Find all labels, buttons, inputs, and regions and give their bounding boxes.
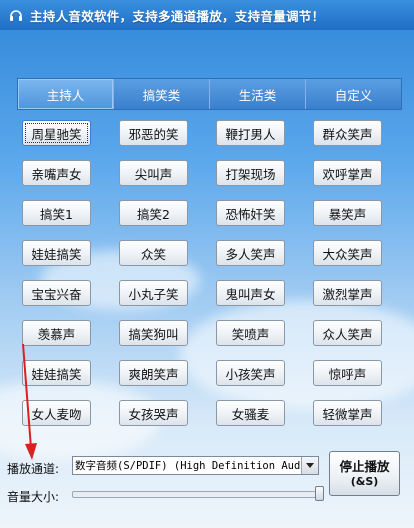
sound-button[interactable]: 搞笑1 [22, 200, 91, 226]
title-bar: 主持人音效软件，支持多通道播放，支持音量调节！ [0, 0, 414, 30]
sound-button[interactable]: 鞭打男人 [216, 120, 285, 146]
sound-button[interactable]: 激烈掌声 [313, 280, 382, 306]
tab-life[interactable]: 生活类 [210, 79, 306, 109]
window-title: 主持人音效软件，支持多通道播放，支持音量调节！ [30, 8, 325, 24]
sound-button[interactable]: 小丸子笑 [119, 280, 188, 306]
sound-button[interactable]: 恐怖奸笑 [216, 200, 285, 226]
sound-button[interactable]: 尖叫声 [119, 160, 188, 186]
sound-button[interactable]: 大众笑声 [313, 240, 382, 266]
sound-button[interactable]: 众人笑声 [313, 320, 382, 346]
sound-button[interactable]: 笑喷声 [216, 320, 285, 346]
tab-host[interactable]: 主持人 [18, 79, 114, 109]
sound-button[interactable]: 欢呼掌声 [313, 160, 382, 186]
sound-button[interactable]: 女孩哭声 [119, 400, 188, 426]
sound-button[interactable]: 惊呼声 [313, 360, 382, 386]
sound-button[interactable]: 搞笑狗叫 [119, 320, 188, 346]
sound-button[interactable]: 群众笑声 [313, 120, 382, 146]
sound-button[interactable]: 宝宝兴奋 [22, 280, 91, 306]
channel-value: 数字音频(S/PDIF) (High Definition Audio [75, 460, 301, 472]
chevron-down-icon[interactable] [301, 457, 318, 474]
sound-button[interactable]: 搞笑2 [119, 200, 188, 226]
tab-funny[interactable]: 搞笑类 [114, 79, 210, 109]
sound-button[interactable]: 多人笑声 [216, 240, 285, 266]
volume-label: 音量大小: [7, 490, 60, 504]
stop-button[interactable]: 停止播放 (&S) [329, 451, 400, 496]
category-tabs: 主持人 搞笑类 生活类 自定义 [17, 78, 402, 110]
sound-button[interactable]: 小孩笑声 [216, 360, 285, 386]
volume-track [72, 491, 324, 498]
sound-button[interactable]: 娃娃搞笑 [22, 360, 91, 386]
sound-button[interactable]: 女骚麦 [216, 400, 285, 426]
sound-button[interactable]: 娃娃搞笑 [22, 240, 91, 266]
sound-button[interactable]: 羡慕声 [22, 320, 91, 346]
sound-button[interactable]: 鬼叫声女 [216, 280, 285, 306]
sound-button[interactable]: 邪恶的笑 [119, 120, 188, 146]
sound-button[interactable]: 打架现场 [216, 160, 285, 186]
volume-thumb[interactable] [315, 486, 324, 501]
stop-button-label: 停止播放 [339, 458, 390, 474]
tab-custom[interactable]: 自定义 [306, 79, 401, 109]
headphones-icon [8, 7, 24, 23]
sound-button[interactable]: 众笑 [119, 240, 188, 266]
sound-button[interactable]: 暴笑声 [313, 200, 382, 226]
sound-button[interactable]: 亲嘴声女 [22, 160, 91, 186]
volume-slider[interactable] [72, 486, 324, 502]
channel-select[interactable]: 数字音频(S/PDIF) (High Definition Audio [72, 456, 319, 475]
sound-button[interactable]: 爽朗笑声 [119, 360, 188, 386]
stop-button-shortcut: (&S) [350, 474, 379, 488]
sound-button[interactable]: 女人麦吻 [22, 400, 91, 426]
sound-button[interactable]: 周星驰笑 [22, 120, 91, 146]
sound-button[interactable]: 轻微掌声 [313, 400, 382, 426]
channel-label: 播放通道: [7, 462, 60, 476]
